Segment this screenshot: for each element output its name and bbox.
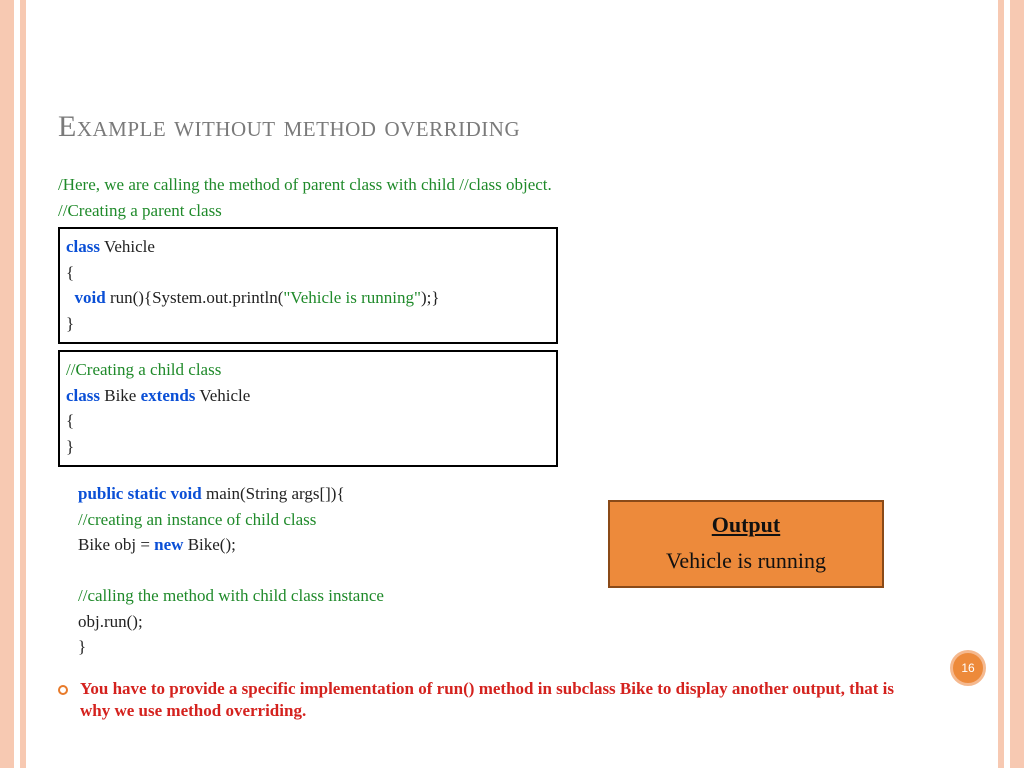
vehicle-name: Vehicle bbox=[100, 237, 155, 256]
comment-top2: //Creating a parent class bbox=[58, 198, 958, 224]
bike-decl-b: Bike(); bbox=[183, 535, 235, 554]
brace-open: { bbox=[66, 260, 548, 286]
output-heading: Output bbox=[610, 512, 882, 538]
main-sig: main(String args[]){ bbox=[202, 484, 345, 503]
code-box-bike: //Creating a child class class Bike exte… bbox=[58, 350, 558, 467]
footnote-text: You have to provide a specific implement… bbox=[80, 678, 920, 724]
brace-close: } bbox=[66, 311, 548, 337]
brace-open2: { bbox=[66, 408, 548, 434]
page-number-badge: 16 bbox=[950, 650, 986, 686]
brace-close2: } bbox=[66, 434, 548, 460]
kw-psv: public static void bbox=[78, 484, 202, 503]
bike-decl-a: Bike obj = bbox=[78, 535, 154, 554]
kw-new: new bbox=[154, 535, 183, 554]
output-box: Output Vehicle is running bbox=[608, 500, 884, 588]
footnote-row: You have to provide a specific implement… bbox=[58, 678, 958, 724]
run-mid: run(){System.out.println( bbox=[106, 288, 284, 307]
obj-run: obj.run(); bbox=[78, 609, 958, 635]
run-end: );} bbox=[421, 288, 440, 307]
bullet-icon bbox=[58, 685, 68, 695]
kw-class: class bbox=[66, 237, 100, 256]
output-value: Vehicle is running bbox=[610, 548, 882, 574]
code-box-vehicle: class Vehicle { void run(){System.out.pr… bbox=[58, 227, 558, 344]
run-string: "Vehicle is running" bbox=[283, 288, 421, 307]
bike-name: Bike bbox=[100, 386, 141, 405]
slide-title: Example without method overriding bbox=[58, 110, 958, 144]
kw-void: void bbox=[75, 288, 106, 307]
kw-extends: extends bbox=[141, 386, 196, 405]
comment-top1: /Here, we are calling the method of pare… bbox=[58, 172, 958, 198]
comment-child: //Creating a child class bbox=[66, 357, 548, 383]
extends-target: Vehicle bbox=[195, 386, 250, 405]
kw-class2: class bbox=[66, 386, 100, 405]
brace-close3: } bbox=[78, 634, 958, 660]
slide-content: Example without method overriding /Here,… bbox=[58, 110, 958, 723]
